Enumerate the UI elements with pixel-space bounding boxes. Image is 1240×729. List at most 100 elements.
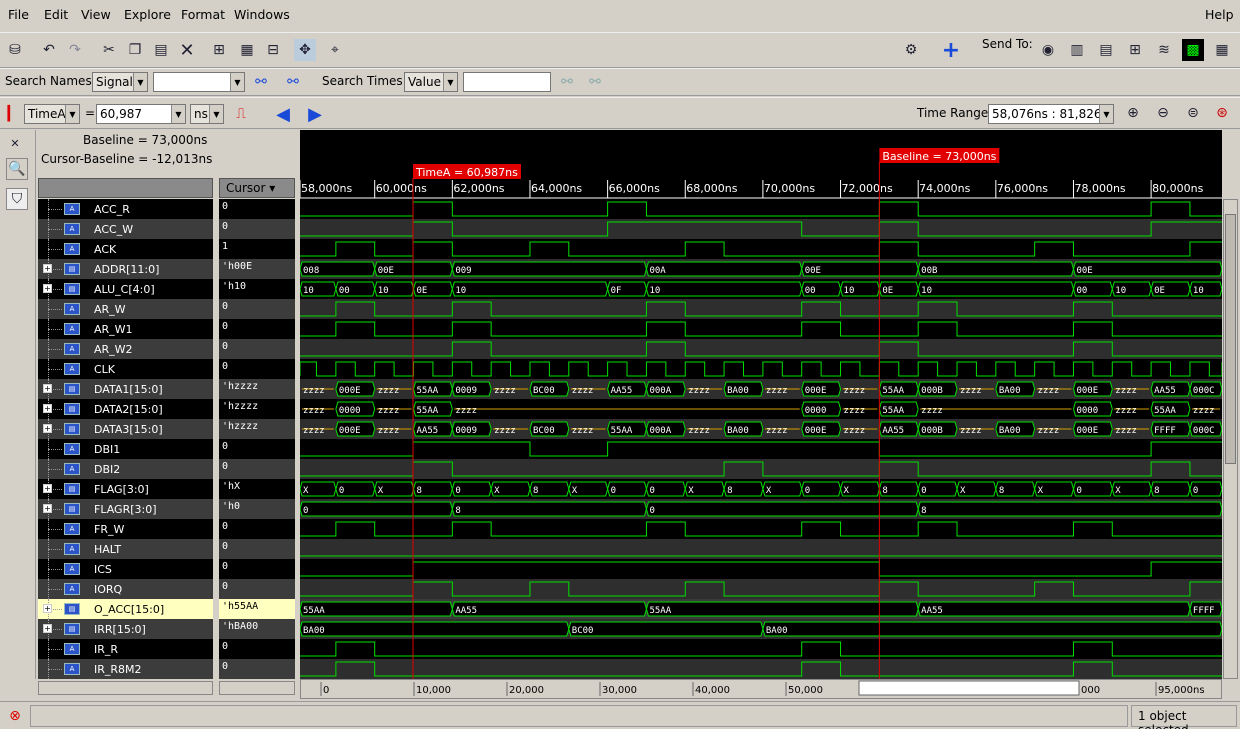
time-range-input[interactable]: 58,076ns : 81,826ns ▼ — [988, 104, 1114, 124]
zoom-in-icon[interactable]: ⊕ — [1122, 102, 1144, 124]
send-to-schematic-icon[interactable]: ▥ — [1066, 39, 1088, 61]
send-to-browser-icon[interactable]: ◉ — [1037, 39, 1059, 61]
menu-explore[interactable]: Explore — [124, 7, 171, 22]
signal-row[interactable]: + ▤ DATA1[15:0] — [38, 379, 213, 399]
values-horizontal-scrollbar[interactable] — [219, 681, 295, 695]
signal-row[interactable]: A IORQ — [38, 579, 213, 599]
signal-row[interactable]: + ▤ DATA3[15:0] — [38, 419, 213, 439]
names-horizontal-scrollbar[interactable] — [38, 681, 213, 695]
database-icon[interactable]: ⛁ — [4, 39, 26, 61]
waveform-pane[interactable]: 58,000ns 60,000ns 62,000ns 64,000ns 66,000ns… — [299, 130, 1223, 679]
expand-icon[interactable]: + — [43, 384, 52, 393]
signal-row[interactable]: + ▤ FLAG[3:0] — [38, 479, 213, 499]
menu-windows[interactable]: Windows — [234, 7, 290, 22]
overview-canvas[interactable]: 0 10,000 20,000 30,000 40,000 50,000 95,000ns 0… — [301, 680, 1221, 698]
cursor-time-input[interactable]: 60,987 ▼ — [96, 104, 186, 124]
menu-edit[interactable]: Edit — [44, 7, 68, 22]
zoom-fit-icon[interactable]: ⊜ — [1182, 102, 1204, 124]
undo-icon[interactable]: ↶ — [38, 39, 60, 61]
zoom-out-icon[interactable]: ⊖ — [1152, 102, 1174, 124]
crosshair-icon[interactable]: ⌖ — [324, 39, 346, 61]
search-names-forward-icon[interactable]: ⚯ — [250, 71, 272, 93]
time-overview-bar[interactable]: 0 10,000 20,000 30,000 40,000 50,000 95,000ns 0… — [300, 679, 1222, 699]
next-edge-icon[interactable]: ▶ — [304, 103, 326, 125]
copy-icon[interactable]: ❐ — [124, 39, 146, 61]
add-icon[interactable]: + — [940, 38, 962, 63]
expand-icon[interactable]: + — [43, 404, 52, 413]
search-times-forward-icon[interactable]: ⚯ — [556, 71, 578, 93]
expand-icon[interactable]: + — [43, 284, 52, 293]
redo-icon[interactable]: ↷ — [64, 39, 86, 61]
send-to-table-icon[interactable]: ▦ — [1211, 39, 1233, 61]
expand-icon[interactable]: + — [43, 624, 52, 633]
send-to-waveform-icon[interactable]: ▩ — [1182, 39, 1204, 61]
expand-icon[interactable]: + — [43, 604, 52, 613]
search-times-input[interactable] — [463, 72, 551, 92]
waveform-tracer-icon[interactable]: ▦ — [236, 39, 258, 61]
menu-help[interactable]: Help — [1205, 7, 1234, 22]
search-names-mode-select[interactable]: Signal ▼ — [92, 72, 148, 92]
signal-row[interactable]: A DBI2 — [38, 459, 213, 479]
signal-row[interactable]: + ▤ ALU_C[4:0] — [38, 279, 213, 299]
signal-row[interactable]: A ACK — [38, 239, 213, 259]
marker-icon[interactable]: ⎍ — [230, 103, 252, 125]
signal-row[interactable]: A DBI1 — [38, 439, 213, 459]
signal-icon: A — [64, 443, 80, 455]
menu-file[interactable]: File — [8, 7, 29, 22]
signal-row[interactable]: A IR_R — [38, 639, 213, 659]
waveform-canvas[interactable]: 58,000ns 60,000ns 62,000ns 64,000ns 66,000ns… — [299, 130, 1223, 679]
signal-row[interactable]: A AR_W1 — [38, 319, 213, 339]
menu-view[interactable]: View — [81, 7, 111, 22]
find-icon[interactable]: ✥ — [294, 39, 316, 61]
signal-row[interactable]: A ICS — [38, 559, 213, 579]
menu-format[interactable]: Format — [181, 7, 225, 22]
tab-waveform-icon[interactable]: ⛉ — [6, 188, 28, 210]
delete-icon[interactable]: ✕ — [176, 39, 198, 61]
signal-row[interactable]: + ▤ O_ACC[15:0] — [38, 599, 213, 619]
time-unit-select[interactable]: ns ▼ — [190, 104, 224, 124]
expand-icon[interactable]: + — [43, 264, 52, 273]
tab-search-icon[interactable]: 🔍 — [6, 158, 28, 180]
expand-icon[interactable]: + — [43, 424, 52, 433]
cursor-name-select[interactable]: TimeA ▼ — [24, 104, 80, 124]
send-to-source-icon[interactable]: ▤ — [1095, 39, 1117, 61]
bus-value-label: 000B — [921, 386, 943, 396]
stop-icon[interactable]: ⊗ — [4, 705, 26, 727]
signal-row[interactable]: + ▤ DATA2[15:0] — [38, 399, 213, 419]
signal-row[interactable]: A CLK — [38, 359, 213, 379]
vertical-scroll-thumb[interactable] — [1225, 214, 1236, 464]
design-browser-icon[interactable]: ⚙ — [900, 39, 922, 61]
search-names-input[interactable]: ▼ — [153, 72, 245, 92]
signal-row[interactable]: A AR_W — [38, 299, 213, 319]
digital-wave — [300, 561, 1222, 577]
send-to-register-icon[interactable]: ⊞ — [1124, 39, 1146, 61]
search-names-backward-icon[interactable]: ⚯ — [282, 71, 304, 93]
send-to-wireless-icon[interactable]: ≋ — [1153, 39, 1175, 61]
bus-segment — [299, 621, 570, 637]
close-panel-icon[interactable]: ✕ — [4, 132, 26, 154]
signal-row[interactable]: + ▤ ADDR[11:0] — [38, 259, 213, 279]
names-column-header[interactable] — [38, 178, 213, 198]
signal-row[interactable]: A HALT — [38, 539, 213, 559]
search-times-mode-select[interactable]: Value ▼ — [404, 72, 458, 92]
zoom-reset-icon[interactable]: ⊛ — [1211, 102, 1233, 124]
bus-value-label: zzzz — [1038, 426, 1060, 436]
schematic-tracer-icon[interactable]: ⊞ — [208, 39, 230, 61]
previous-edge-icon[interactable]: ◀ — [272, 103, 294, 125]
signal-row[interactable]: + ▤ IRR[15:0] — [38, 619, 213, 639]
paste-icon[interactable]: ▤ — [150, 39, 172, 61]
signal-row[interactable]: A FR_W — [38, 519, 213, 539]
signal-row[interactable]: A AR_W2 — [38, 339, 213, 359]
signal-row[interactable]: + ▤ FLAGR[3:0] — [38, 499, 213, 519]
signal-row[interactable]: A IR_R8M2 — [38, 659, 213, 679]
vertical-scrollbar[interactable] — [1223, 199, 1238, 679]
register-tracer-icon[interactable]: ⊟ — [262, 39, 284, 61]
search-times-backward-icon[interactable]: ⚯ — [584, 71, 606, 93]
expand-icon[interactable]: + — [43, 504, 52, 513]
cut-icon[interactable]: ✂ — [98, 39, 120, 61]
expand-icon[interactable]: + — [43, 484, 52, 493]
cursor-icon[interactable]: ▎ — [2, 103, 24, 125]
cursor-column-header[interactable]: Cursor ▾ — [219, 178, 295, 198]
signal-row[interactable]: A ACC_R — [38, 199, 213, 219]
signal-row[interactable]: A ACC_W — [38, 219, 213, 239]
